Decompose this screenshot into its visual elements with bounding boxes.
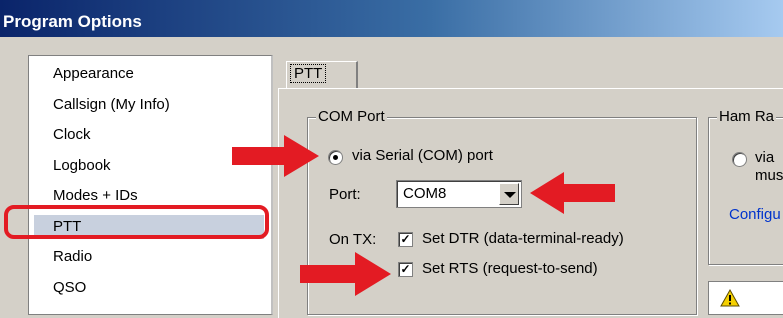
port-select[interactable]: COM8 [396, 180, 522, 208]
ham-radio-option-label-line2: mus [755, 167, 783, 184]
sidebar-item-appearance[interactable]: Appearance [53, 62, 134, 86]
chevron-down-icon[interactable] [499, 183, 519, 205]
ham-radio-option[interactable] [732, 152, 747, 167]
warning-icon [720, 289, 740, 307]
window-title: Program Options [3, 12, 142, 31]
sidebar-item-clock[interactable]: Clock [53, 123, 91, 147]
window-titlebar: Program Options [0, 0, 783, 37]
selection-highlight-annotation [4, 205, 269, 239]
sidebar-item-logbook[interactable]: Logbook [53, 154, 111, 178]
dtr-checkbox[interactable]: ✓ [398, 232, 413, 247]
annotation-arrow-port-dropdown [530, 172, 615, 214]
rts-checkbox[interactable]: ✓ [398, 262, 413, 277]
ham-radio-option-label-line1[interactable]: via [755, 149, 774, 166]
annotation-arrow-serial-port [232, 135, 319, 177]
ham-radio-group: Ham Ra [708, 108, 783, 265]
dtr-checkbox-label[interactable]: Set DTR (data-terminal-ready) [422, 230, 624, 247]
on-tx-label: On TX: [329, 231, 377, 248]
rts-checkbox-label[interactable]: Set RTS (request-to-send) [422, 260, 598, 277]
tab-ptt[interactable]: PTT [286, 61, 358, 89]
options-category-list[interactable]: Appearance Callsign (My Info) Clock Logb… [28, 55, 273, 315]
sidebar-item-radio[interactable]: Radio [53, 245, 92, 269]
configure-link[interactable]: Configu [729, 206, 781, 223]
serial-port-radio[interactable] [328, 150, 343, 165]
annotation-arrow-rts [300, 252, 391, 296]
sidebar-item-qso[interactable]: QSO [53, 276, 86, 300]
serial-port-radio-label[interactable]: via Serial (COM) port [352, 147, 493, 164]
checkmark-icon: ✓ [400, 232, 411, 246]
port-select-value: COM8 [403, 185, 447, 202]
com-port-group-title: COM Port [316, 108, 387, 125]
port-label: Port: [329, 186, 361, 203]
warning-box [708, 281, 783, 315]
sidebar-item-callsign[interactable]: Callsign (My Info) [53, 93, 170, 117]
checkmark-icon: ✓ [400, 262, 411, 276]
tab-ptt-label: PTT [290, 64, 327, 83]
ham-radio-group-title: Ham Ra [717, 108, 777, 125]
